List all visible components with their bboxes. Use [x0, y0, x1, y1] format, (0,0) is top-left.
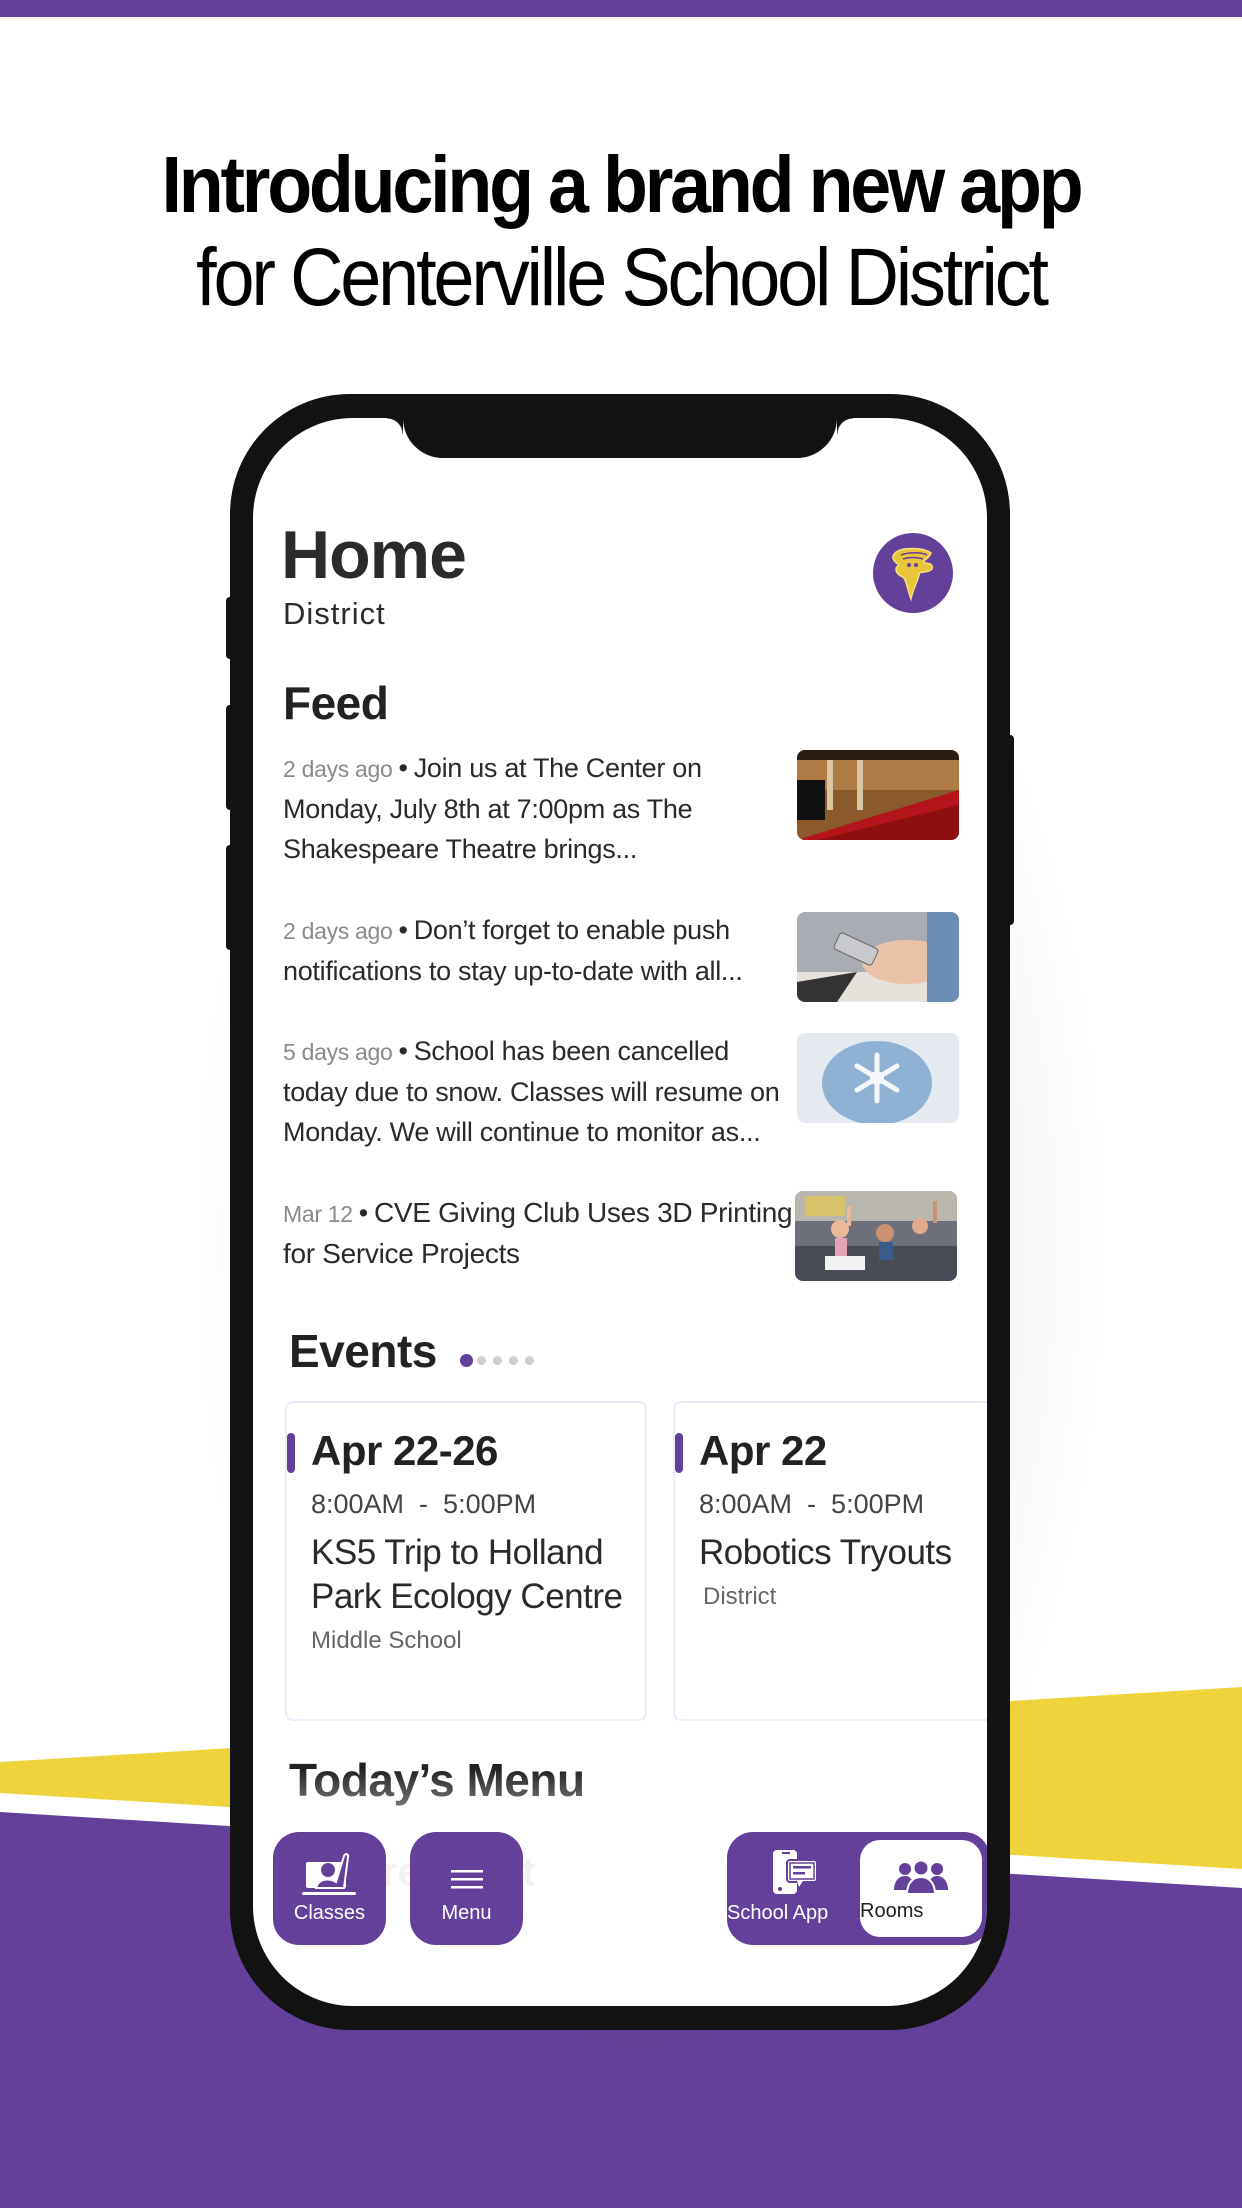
- headline-regular: for Centerville School District: [196, 232, 1049, 323]
- feed-heading: Feed: [283, 677, 389, 729]
- page-dot[interactable]: [477, 1356, 486, 1365]
- app-screen: Home District Feed 2 days ago • Join us at…: [253, 418, 987, 2006]
- phone-hands-photo: [797, 912, 959, 1002]
- rooms-label: Rooms: [860, 1900, 924, 1922]
- tornado-mascot-icon: [892, 547, 934, 602]
- event-date: Apr 22-26: [311, 1427, 498, 1474]
- page-subtitle: District: [283, 596, 386, 631]
- promo-headline: Introducing a brand new app for Centervi…: [0, 140, 1242, 326]
- event-name: Robotics Tryouts: [699, 1533, 952, 1572]
- hamburger-menu-icon: [450, 1870, 483, 1889]
- feed-timestamp: 2 days ago: [283, 918, 393, 944]
- headline-bold: Introducing a brand new app: [161, 140, 1084, 229]
- page-dot[interactable]: [493, 1356, 502, 1365]
- event-audience: Middle School: [311, 1627, 462, 1654]
- classes-button[interactable]: Classes: [273, 1832, 386, 1945]
- raised-hand-classroom-icon: [301, 1853, 356, 1895]
- school-app-button[interactable]: School App: [727, 1832, 862, 1945]
- feed-separator-dot: •: [398, 1036, 408, 1066]
- people-group-icon: [894, 1860, 948, 1894]
- phone-notch: [387, 418, 853, 458]
- school-app-label: School App: [727, 1902, 829, 1924]
- app-switcher: School App Rooms: [727, 1832, 987, 1945]
- menu-label: Menu: [441, 1902, 492, 1924]
- theater-seats-photo: [797, 750, 959, 840]
- page-title: Home: [281, 517, 467, 593]
- feed-separator-dot: •: [358, 1198, 368, 1228]
- feed-item[interactable]: 2 days ago • Don’t forget to enable push n…: [283, 910, 963, 1002]
- page-dot[interactable]: [525, 1356, 534, 1365]
- event-time: 8:00AM - 5:00PM: [311, 1489, 537, 1519]
- event-accent-bar: [675, 1433, 683, 1473]
- event-card[interactable]: Apr 22-26 8:00AM - 5:00PM KS5 Trip to Ho…: [285, 1401, 647, 1721]
- mittens-snowflake-photo: [797, 1033, 959, 1123]
- event-time: 8:00AM - 5:00PM: [699, 1489, 925, 1519]
- todays-menu-heading: Today’s Menu: [289, 1754, 585, 1806]
- feed-separator-dot: •: [398, 915, 408, 945]
- school-logo-button[interactable]: [873, 533, 953, 613]
- page-dot[interactable]: [509, 1356, 518, 1365]
- feed-timestamp: 5 days ago: [283, 1039, 393, 1065]
- feed-item[interactable]: 2 days ago • Join us at The Center on Mond…: [283, 748, 963, 868]
- classes-label: Classes: [293, 1902, 366, 1924]
- event-name: KS5 Trip to Holland Park Ecology Centre: [311, 1533, 623, 1616]
- event-accent-bar: [287, 1433, 295, 1473]
- event-date: Apr 22: [699, 1427, 827, 1474]
- feed-timestamp: 2 days ago: [283, 756, 393, 782]
- event-audience: District: [703, 1583, 777, 1610]
- phone-frame: Home District Feed 2 days ago • Join us at…: [230, 394, 1010, 2030]
- event-card[interactable]: Apr 22 8:00AM - 5:00PM Robotics Tryouts …: [673, 1401, 987, 1721]
- events-heading: Events: [289, 1325, 437, 1377]
- classroom-photo: [795, 1191, 957, 1281]
- top-accent-bar: [0, 0, 1242, 17]
- feed-timestamp: Mar 12: [283, 1201, 353, 1227]
- phone-message-icon: [772, 1850, 818, 1894]
- page-dot-active[interactable]: [460, 1354, 473, 1367]
- feed-item[interactable]: 5 days ago • School has been cancelled tod…: [283, 1031, 963, 1151]
- menu-button[interactable]: Menu: [410, 1832, 523, 1945]
- rooms-button[interactable]: Rooms: [860, 1840, 982, 1937]
- feed-item[interactable]: Mar 12 • CVE Giving Club Uses 3D Printing …: [283, 1191, 963, 1283]
- feed-separator-dot: •: [398, 753, 408, 783]
